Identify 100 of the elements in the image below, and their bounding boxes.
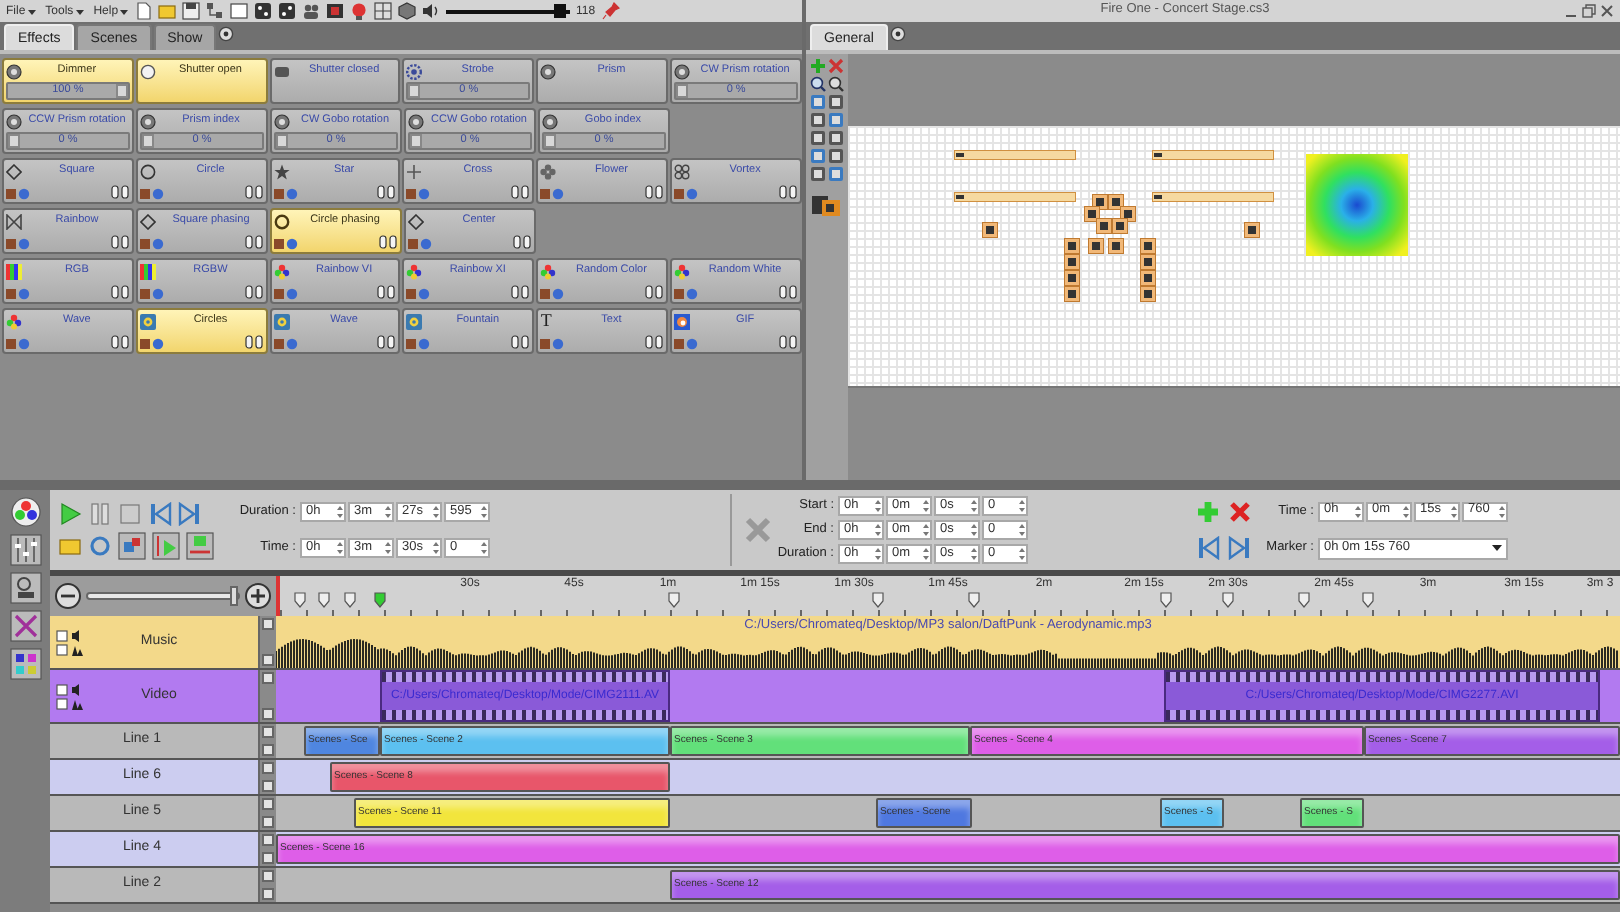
knob-icon [542,113,558,129]
diamond-icon [408,213,424,229]
color-wheel-icon [540,263,557,279]
volume-thumb[interactable] [554,4,567,18]
split-icon[interactable] [186,531,214,559]
zoom-in-icon[interactable] [810,76,826,92]
color-wheel-icon [273,263,290,279]
ring-icon [274,213,290,229]
restore-icon[interactable] [1582,4,1596,18]
slider-thumb[interactable] [676,84,689,98]
marker-icon[interactable] [344,592,356,608]
speaker-icon[interactable] [422,2,441,20]
volume-slider[interactable] [446,4,571,18]
marker-icon[interactable] [668,592,680,608]
skip-forward-icon[interactable] [178,501,202,525]
skip-forward-icon[interactable] [1228,536,1252,560]
skip-back-icon[interactable] [1196,536,1220,560]
dice-icon[interactable] [254,2,273,20]
zoom-out-icon[interactable] [54,582,82,610]
light-bar-icon[interactable] [954,192,1076,202]
options-icon[interactable] [218,26,235,42]
slider-thumb[interactable] [142,134,154,148]
grid-icon[interactable] [374,2,393,20]
slider-thumb[interactable] [408,84,421,98]
close-icon[interactable] [1228,500,1252,524]
palette-icon[interactable] [9,648,41,680]
close-icon[interactable] [1600,4,1614,18]
bowtie-icon [6,213,22,229]
options-icon[interactable] [889,26,906,42]
marker-icon[interactable] [1298,592,1310,608]
people-icon[interactable] [302,2,321,20]
sliders-icon[interactable] [9,534,41,566]
marker-icon[interactable] [1222,592,1234,608]
spin-icon [1018,522,1026,538]
knob-icon [408,113,424,129]
fixture-icon[interactable] [982,222,998,238]
checkbox-icon[interactable] [56,683,84,695]
diamond-icon [140,213,156,229]
pin-icon[interactable] [601,2,620,20]
spin-icon [874,546,882,562]
marker-icon[interactable] [318,592,330,608]
checkbox-icon[interactable] [56,697,84,709]
play-marker-icon[interactable] [152,531,180,559]
document-icon[interactable] [136,2,153,20]
loop-icon[interactable] [88,533,112,557]
zoom-thumb[interactable] [230,586,238,606]
circle-icon [139,163,156,179]
fixture-icon[interactable] [1244,222,1260,238]
marker-icon[interactable] [968,592,980,608]
bulb-icon[interactable] [350,2,369,20]
window-icon[interactable] [230,2,249,20]
slider-thumb[interactable] [544,134,556,148]
color-wheel-icon [6,313,22,329]
checkbox-icon[interactable] [56,643,84,655]
caret-icon [75,7,84,15]
spin-icon [1450,503,1458,519]
light-bar-icon[interactable] [1152,192,1274,202]
track-toggle[interactable] [262,618,274,630]
knob-icon [6,63,22,79]
marker-icon[interactable] [1362,592,1374,608]
save-icon[interactable] [182,2,201,20]
spin-icon [480,540,488,556]
circle-icon [139,63,156,79]
target-icon [273,313,290,329]
led-matrix-drawing [1306,154,1408,256]
dice-icon[interactable] [278,2,297,20]
spin-icon [1018,498,1026,514]
light-bar-icon[interactable] [1152,150,1274,160]
diamond-icon [6,163,22,179]
gear-icon [406,63,423,79]
spin-icon [874,498,882,514]
slider-thumb[interactable] [410,134,422,148]
zoom-out-icon[interactable] [828,76,844,92]
fixture-icon[interactable] [810,190,842,218]
zoom-slider[interactable] [86,592,240,600]
skip-back-icon[interactable] [148,501,172,525]
cross-icon[interactable] [9,610,41,642]
color-wheel-icon[interactable] [9,496,41,528]
play-icon[interactable] [58,501,82,525]
slider-thumb[interactable] [8,134,20,148]
spin-icon [970,546,978,562]
color-wheel-icon [674,263,691,279]
target-icon [406,313,423,329]
spin-icon [432,504,440,520]
light-bar-icon[interactable] [954,150,1076,160]
fixture-icon[interactable] [9,572,41,604]
network-icon[interactable] [206,2,225,20]
marker-icon[interactable] [294,592,306,608]
spin-icon [432,540,440,556]
checkbox-icon[interactable] [56,629,84,641]
slider-thumb[interactable] [115,84,128,98]
spin-icon [384,540,392,556]
marker-icon[interactable] [1160,592,1172,608]
knob-icon [674,63,691,79]
slider-thumb[interactable] [276,134,288,148]
marker-icon[interactable] [872,592,884,608]
zoom-in-icon[interactable] [244,582,272,610]
marker-icon[interactable] [374,592,386,608]
scene-icon[interactable] [118,531,146,559]
spin-icon [336,540,344,556]
